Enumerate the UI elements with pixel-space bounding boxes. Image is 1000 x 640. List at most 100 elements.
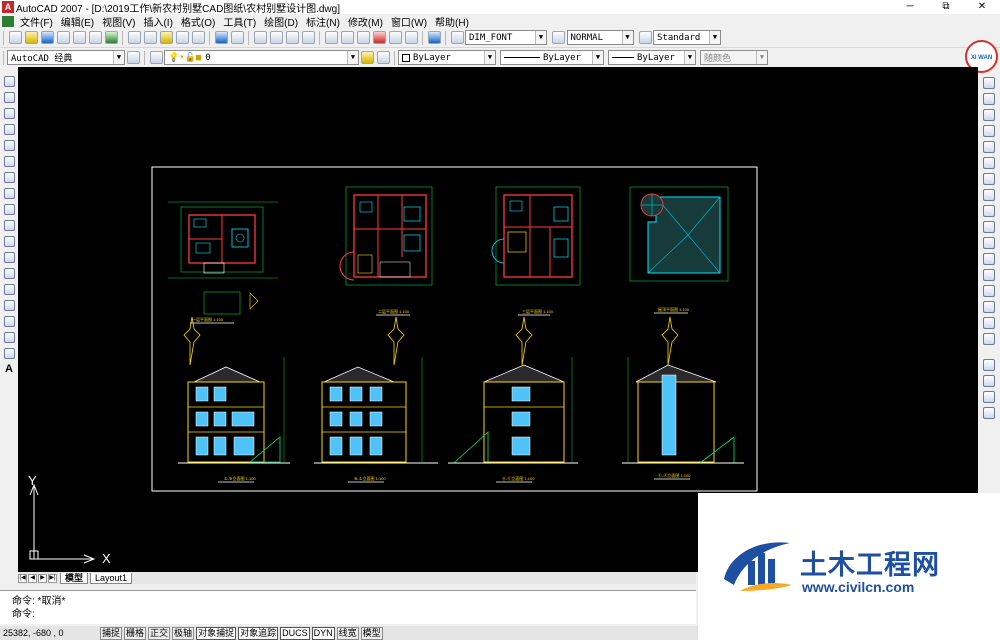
save-icon[interactable] [40, 31, 54, 44]
grid-toggle[interactable]: 栅格 [124, 626, 147, 640]
menu-format[interactable]: 格式(O) [177, 14, 219, 29]
revision-cloud-icon[interactable] [3, 187, 15, 199]
circle-icon[interactable] [3, 171, 15, 183]
polar-toggle[interactable]: 极轴 [172, 626, 195, 640]
extend-icon[interactable] [983, 237, 995, 249]
join-icon[interactable] [983, 285, 995, 297]
point-icon[interactable] [3, 283, 15, 295]
second-floor-plan[interactable] [339, 186, 433, 286]
menu-edit[interactable]: 编辑(E) [57, 14, 98, 29]
send-under-icon[interactable] [983, 407, 995, 419]
table-style-select[interactable]: Standard ▼ [653, 30, 721, 45]
3d-dwf-icon[interactable] [104, 31, 118, 44]
draw-order-back-icon[interactable] [983, 375, 995, 387]
rear-elevation[interactable] [314, 316, 438, 464]
match-properties-icon[interactable] [175, 31, 189, 44]
dim-style-select[interactable]: NORMAL ▼ [566, 30, 634, 45]
plot-style-select[interactable]: 随颜色 ▼ [700, 50, 768, 65]
document-icon[interactable] [2, 15, 14, 27]
gradient-icon[interactable] [3, 315, 15, 327]
new-file-icon[interactable] [8, 31, 22, 44]
tab-layout1[interactable]: Layout1 [90, 572, 133, 584]
linetype-select[interactable]: ByLayer ▼ [500, 50, 604, 65]
rotate-icon[interactable] [983, 173, 995, 185]
move-icon[interactable] [983, 157, 995, 169]
block-editor-icon[interactable] [191, 31, 205, 44]
construction-line-icon[interactable] [3, 91, 15, 103]
rectangle-icon[interactable] [3, 139, 15, 151]
menu-modify[interactable]: 修改(M) [344, 14, 387, 29]
chevron-down-icon[interactable]: ▼ [592, 51, 603, 64]
close-button[interactable]: ✕ [964, 0, 1000, 14]
layer-select[interactable]: 💡☀🔓■ 0 ▼ [164, 50, 359, 65]
draw-order-front-icon[interactable] [983, 359, 995, 371]
ellipse-icon[interactable] [3, 219, 15, 231]
tool-palettes-icon[interactable] [356, 31, 370, 44]
erase-icon[interactable] [983, 77, 995, 89]
text-style-icon[interactable] [450, 31, 464, 44]
copy-object-icon[interactable] [983, 93, 995, 105]
lineweight-toggle[interactable]: 线宽 [336, 626, 359, 640]
pan-icon[interactable] [253, 31, 267, 44]
multiline-text-icon[interactable]: A [4, 363, 15, 375]
line-icon[interactable] [3, 75, 15, 87]
osnap-toggle[interactable]: 对象捕捉 [196, 626, 237, 640]
copy-icon[interactable] [143, 31, 157, 44]
plot-preview-icon[interactable] [72, 31, 86, 44]
undo-icon[interactable] [214, 31, 228, 44]
chevron-down-icon[interactable]: ▼ [756, 51, 767, 64]
fillet-icon[interactable] [983, 317, 995, 329]
model-space-toggle[interactable]: 模型 [360, 626, 383, 640]
region-icon[interactable] [3, 331, 15, 343]
open-file-icon[interactable] [24, 31, 38, 44]
array-icon[interactable] [983, 141, 995, 153]
color-select[interactable]: ByLayer ▼ [398, 50, 496, 65]
third-floor-plan[interactable] [491, 186, 581, 286]
polygon-icon[interactable] [3, 123, 15, 135]
workspace-settings-icon[interactable] [126, 51, 140, 64]
prev-tab-button[interactable]: ◀ [28, 573, 37, 583]
last-tab-button[interactable]: ▶| [48, 573, 57, 583]
text-style-select[interactable]: DIM_FONT ▼ [465, 30, 547, 45]
bring-above-icon[interactable] [983, 391, 995, 403]
chevron-down-icon[interactable]: ▼ [113, 51, 124, 64]
stretch-icon[interactable] [983, 205, 995, 217]
command-prompt[interactable]: 命令: [12, 608, 696, 621]
layer-properties-icon[interactable] [149, 51, 163, 64]
right-elevation[interactable] [622, 316, 744, 464]
restore-button[interactable]: ⧉ [928, 0, 964, 14]
publish-icon[interactable] [88, 31, 102, 44]
properties-icon[interactable] [324, 31, 338, 44]
autocad-app-icon[interactable]: A [2, 1, 14, 13]
layer-previous-icon[interactable] [376, 51, 390, 64]
redo-icon[interactable] [230, 31, 244, 44]
roof-plan[interactable] [629, 186, 729, 282]
mirror-icon[interactable] [983, 109, 995, 121]
markup-icon[interactable] [388, 31, 402, 44]
help-icon[interactable] [427, 31, 441, 44]
ducs-toggle[interactable]: DUCS [280, 626, 310, 640]
coordinate-readout[interactable]: 25382, -680 , 0 [0, 628, 100, 638]
table-icon[interactable] [3, 347, 15, 359]
chevron-down-icon[interactable]: ▼ [484, 51, 495, 64]
explode-icon[interactable] [983, 333, 995, 345]
zoom-realtime-icon[interactable] [269, 31, 283, 44]
menu-tools[interactable]: 工具(T) [219, 14, 260, 29]
zoom-previous-icon[interactable] [301, 31, 315, 44]
chevron-down-icon[interactable]: ▼ [709, 31, 720, 44]
print-icon[interactable] [56, 31, 70, 44]
workspace-select[interactable]: AutoCAD 经典 ▼ [7, 50, 125, 65]
break-icon[interactable] [983, 269, 995, 281]
make-block-icon[interactable] [3, 267, 15, 279]
menu-insert[interactable]: 插入(I) [139, 14, 176, 29]
design-center-icon[interactable] [340, 31, 354, 44]
toolbar-grip[interactable] [3, 50, 4, 65]
first-floor-plan[interactable] [168, 201, 278, 279]
paste-icon[interactable] [159, 31, 173, 44]
menu-help[interactable]: 帮助(H) [431, 14, 473, 29]
sheet-set-manager-icon[interactable] [372, 31, 386, 44]
menu-draw[interactable]: 绘图(D) [260, 14, 302, 29]
dyn-toggle[interactable]: DYN [311, 626, 335, 640]
menu-file[interactable]: 文件(F) [16, 14, 57, 29]
arc-icon[interactable] [3, 155, 15, 167]
